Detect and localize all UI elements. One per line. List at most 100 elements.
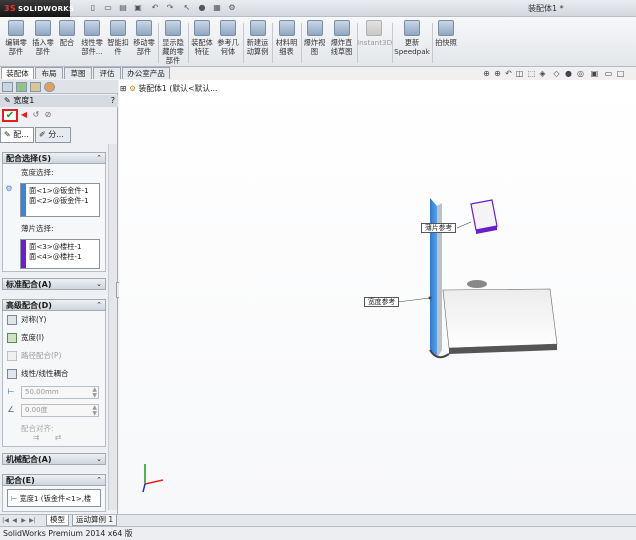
mate-button[interactable]: 配合 xyxy=(56,20,78,66)
insert-component-button[interactable]: 插入零 部件 xyxy=(30,20,56,66)
expand-chevron-icon[interactable]: ⌄ xyxy=(96,279,102,290)
show-hidden-components-button[interactable]: 显示隐 藏的零 部件 xyxy=(159,20,187,66)
tab-selection-label: 薄片选择: xyxy=(21,224,54,233)
print-icon[interactable]: ▤ xyxy=(118,3,128,13)
file-properties-icon[interactable]: ▦ xyxy=(212,3,222,13)
tab-analysis[interactable]: ✐ 分... xyxy=(35,127,71,143)
mate-selections-header[interactable]: 配合选择(S) ⌃ xyxy=(2,152,106,164)
explode-line-sketch-button[interactable]: 爆炸直 线草图 xyxy=(327,20,356,66)
pin-icon[interactable]: ⊘ xyxy=(43,110,53,120)
width-selection-box[interactable]: 面<1>@钣金件-1 面<2>@钣金件-1 xyxy=(20,183,100,217)
advanced-mates-header[interactable]: 高级配合(D) ⌃ xyxy=(2,299,106,311)
property-manager-icon[interactable] xyxy=(16,82,27,92)
anti-aligned-icon[interactable]: ⇄ xyxy=(53,433,63,443)
window-restore-icon[interactable]: ▭ xyxy=(604,69,613,79)
collapse-chevron-icon[interactable]: ⌃ xyxy=(96,300,102,311)
width-selection-icon: ⚙ xyxy=(5,184,13,193)
tab-block[interactable] xyxy=(470,199,498,231)
exploded-view-button[interactable]: 爆炸视图 xyxy=(302,20,327,66)
first-tab-icon[interactable]: |◀ xyxy=(2,516,9,525)
edit-component-button[interactable]: 编辑零 部件 xyxy=(2,20,30,66)
graphics-viewport[interactable]: ⊞ ⚙ 装配体1 (默认<默认... 薄片参考 宽度参考 xyxy=(119,80,636,514)
undo-mate-icon[interactable]: ↺ xyxy=(31,110,41,120)
list-item[interactable]: 面<1>@钣金件-1 xyxy=(29,186,89,196)
previous-view-icon[interactable]: ↶ xyxy=(504,69,513,79)
collapse-chevron-icon[interactable]: ⌃ xyxy=(96,153,102,164)
previous-tab-icon[interactable]: ◀ xyxy=(11,516,18,525)
mates-list-box[interactable]: ⊢ 宽度1 (钣金件<1>,楼 xyxy=(7,489,101,507)
options-icon[interactable]: ⚙ xyxy=(227,3,237,13)
tab-office-products[interactable]: 办公室产品 xyxy=(122,67,170,79)
display-style-icon[interactable]: ◈ xyxy=(538,69,547,79)
tab-color-stripe xyxy=(21,240,26,268)
standard-mates-header[interactable]: 标准配合(A) ⌄ xyxy=(2,278,106,290)
smart-fasteners-button[interactable]: 智能扣件 xyxy=(106,20,130,66)
callout-tab-reference[interactable]: 薄片参考 xyxy=(421,223,457,233)
symmetric-option[interactable]: 对称(Y) xyxy=(7,313,46,326)
move-component-button[interactable]: 移动零 部件 xyxy=(131,20,157,66)
sheet-metal-width-face[interactable] xyxy=(430,198,437,358)
new-document-icon[interactable]: ▯ xyxy=(88,3,98,13)
property-manager-scrollbar[interactable] xyxy=(108,144,117,510)
tab-motion-study[interactable]: 运动算例 1 xyxy=(72,515,118,526)
distance-spinner[interactable]: ▲ ▼ xyxy=(92,387,97,399)
reference-geometry-button[interactable]: 参考几 何体 xyxy=(215,20,241,66)
aligned-icon[interactable]: ⇉ xyxy=(31,433,41,443)
tab-layout[interactable]: 布局 xyxy=(35,67,63,79)
solidworks-logo[interactable]: 3S SOLIDWORKS xyxy=(0,0,74,17)
window-maximize-icon[interactable]: □ xyxy=(616,69,625,79)
undo-icon[interactable]: ↶ xyxy=(150,3,160,13)
angle-spinner[interactable]: ▲ ▼ xyxy=(92,405,97,417)
view-settings-icon[interactable]: ▣ xyxy=(590,69,599,79)
sheet-metal-base-face[interactable] xyxy=(442,288,558,349)
linear-coupler-option[interactable]: 线性/线性耦合 xyxy=(7,367,69,380)
tab-model[interactable]: 模型 xyxy=(46,515,69,526)
zoom-to-fit-icon[interactable]: ⊕ xyxy=(482,69,491,79)
configuration-manager-icon[interactable] xyxy=(30,82,41,92)
next-tab-icon[interactable]: ▶ xyxy=(20,516,27,525)
mechanical-mates-header[interactable]: 机械配合(A) ⌄ xyxy=(2,453,106,465)
tab-mates[interactable]: ✎ 配... xyxy=(0,127,34,143)
open-icon[interactable]: ▭ xyxy=(103,3,113,13)
list-item[interactable]: 面<2>@钣金件-1 xyxy=(29,196,89,206)
tab-sketch[interactable]: 草图 xyxy=(64,67,92,79)
assembly-features-button[interactable]: 装配体 特征 xyxy=(189,20,215,66)
hide-show-items-icon[interactable]: ◇ xyxy=(552,69,561,79)
view-orientation-icon[interactable]: ⬚ xyxy=(527,69,536,79)
list-item[interactable]: 面<3>@楼柱-1 xyxy=(29,242,82,252)
edit-appearance-icon[interactable]: ● xyxy=(564,69,573,79)
last-tab-icon[interactable]: ▶| xyxy=(29,516,36,525)
rebuild-icon[interactable]: ● xyxy=(197,3,207,13)
display-manager-icon[interactable] xyxy=(44,82,55,92)
ok-button[interactable]: ✔ xyxy=(2,109,18,122)
tab-assembly[interactable]: 装配体 xyxy=(1,67,34,79)
expand-chevron-icon[interactable]: ⌄ xyxy=(96,454,102,465)
width-mate-icon: ⊢ xyxy=(11,494,20,503)
update-speedpak-button[interactable]: 更新 Speedpak xyxy=(393,20,431,66)
width-option[interactable]: 宽度(I) xyxy=(7,331,44,344)
help-icon[interactable]: ? xyxy=(111,95,115,107)
angle-icon: ∠ xyxy=(7,405,15,414)
select-icon[interactable]: ↖ xyxy=(182,3,192,13)
linear-pattern-button[interactable]: 线性零 部件... xyxy=(78,20,106,66)
list-item[interactable]: ⊢ 宽度1 (钣金件<1>,楼 xyxy=(11,494,91,504)
collapse-chevron-icon[interactable]: ⌃ xyxy=(96,475,102,486)
callout-width-reference[interactable]: 宽度参考 xyxy=(364,297,400,307)
tab-selection-box[interactable]: 面<3>@楼柱-1 面<4>@楼柱-1 xyxy=(20,239,100,269)
mates-list-header[interactable]: 配合(E) ⌃ xyxy=(2,474,106,486)
new-motion-study-button[interactable]: 新建运 动算例 xyxy=(244,20,271,66)
save-icon[interactable]: ▣ xyxy=(133,3,143,13)
take-snapshot-button[interactable]: 拍快照 xyxy=(433,20,459,66)
instant3d-button[interactable]: Instant3D xyxy=(357,20,392,66)
angle-field[interactable]: 0.00度 ▲ ▼ xyxy=(21,404,99,417)
list-item[interactable]: 面<4>@楼柱-1 xyxy=(29,252,82,262)
feature-manager-icon[interactable] xyxy=(2,82,13,92)
redo-icon[interactable]: ↷ xyxy=(165,3,175,13)
tab-evaluate[interactable]: 评估 xyxy=(93,67,121,79)
distance-field[interactable]: 50.00mm ▲ ▼ xyxy=(21,386,99,399)
section-view-icon[interactable]: ◫ xyxy=(515,69,524,79)
apply-scene-icon[interactable]: ◎ xyxy=(576,69,585,79)
path-mate-option[interactable]: 路径配合(P) xyxy=(7,349,61,362)
zoom-to-area-icon[interactable]: ⊕ xyxy=(493,69,502,79)
bill-of-materials-button[interactable]: 材料明 细表 xyxy=(273,20,300,66)
